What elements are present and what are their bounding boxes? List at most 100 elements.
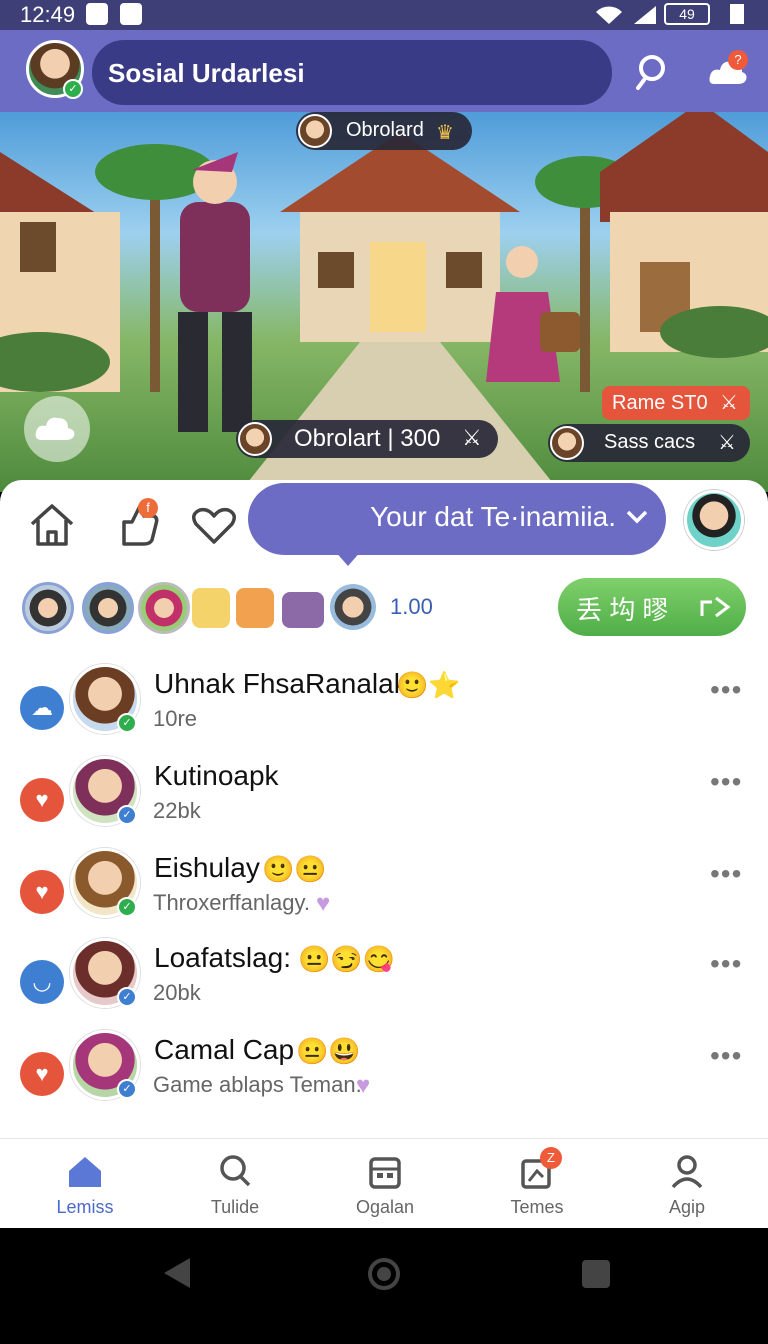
more-options-icon[interactable]: •••: [710, 674, 742, 706]
battery-icon: 49: [664, 3, 710, 25]
status-time: 12:49: [20, 2, 76, 27]
participant-sticker[interactable]: [282, 592, 324, 628]
profile-avatar[interactable]: ✓: [26, 40, 84, 99]
shield-icon: ◡: [20, 960, 64, 1004]
tab-agip[interactable]: Agip: [612, 1139, 762, 1229]
more-options-icon[interactable]: •••: [710, 766, 742, 798]
green-button-label: 丢 㘬 㬔: [576, 595, 669, 625]
contact-subtitle: 10re: [153, 706, 198, 731]
verified-icon: ✓: [117, 987, 137, 1007]
contact-row[interactable]: ◡ ✓ Loafatslag: 😐😏😋 20bk •••: [0, 938, 768, 1030]
contact-subtitle: Throxerffanlagy.: [153, 890, 310, 915]
tab-tulide[interactable]: Tulide: [160, 1139, 310, 1229]
verified-icon: ✓: [117, 897, 137, 917]
search-icon: [220, 1155, 251, 1187]
more-options-icon[interactable]: •••: [710, 1040, 742, 1072]
tab-label: Agip: [668, 1197, 706, 1217]
tab-label: Tulide: [210, 1197, 260, 1217]
search-icon[interactable]: [632, 50, 676, 94]
player-avatar: [238, 422, 272, 456]
message-bubble[interactable]: Your dat Te·inamiia.: [248, 483, 666, 555]
tab-label: Temes: [510, 1197, 564, 1217]
heart-icon: ♥: [20, 778, 64, 822]
contact-row[interactable]: ♥ ✓ Eishulay 🙂😐 Throxerffanlagy. ♥ •••: [0, 848, 768, 940]
app-title: Sosial Urdarlesi: [108, 58, 305, 88]
user-avatar[interactable]: [684, 490, 744, 550]
contact-row[interactable]: ♥ ✓ Camal Cap 😐😃 Game ablaps Teman. ♥ ••…: [0, 1030, 768, 1122]
tab-label: Lemiss: [56, 1197, 114, 1217]
bubble-text: Your dat Te·inamiia.: [370, 501, 616, 532]
user-icon: [671, 1155, 703, 1189]
heart-icon: ♥: [20, 870, 64, 914]
contact-name: Loafatslag:: [154, 942, 291, 973]
bubble-tail: [334, 550, 362, 566]
swords-icon: ⚔: [720, 392, 738, 414]
more-options-icon[interactable]: •••: [710, 858, 742, 890]
scene-right-label: Sass cacs: [604, 431, 696, 453]
chevron-down-icon: [626, 510, 648, 524]
scene-top-pill[interactable]: Obrolard ♛: [296, 112, 472, 150]
contact-row[interactable]: ♥ ✓ Kutinoapk 22bk •••: [0, 756, 768, 848]
tab-temes[interactable]: Z Temes: [462, 1139, 612, 1229]
scene-center-pill[interactable]: Obrolart | 300 ⚔: [236, 420, 498, 458]
emoji-icons: 😐😃: [296, 1036, 361, 1066]
recents-icon[interactable]: [580, 1258, 612, 1290]
emoji-icons: 🙂⭐: [396, 670, 461, 700]
scene-right-pill[interactable]: Sass cacs ⚔: [548, 424, 750, 462]
tab-lemiss[interactable]: Lemiss: [10, 1139, 160, 1229]
home-icon: [69, 1157, 101, 1187]
system-navigation-bar: [0, 1228, 768, 1344]
contact-avatar: ✓: [70, 938, 140, 1008]
calendar-icon: [369, 1157, 401, 1189]
bottom-tab-bar: Lemiss Tulide Ogalan Z Temes Agip: [0, 1138, 768, 1228]
contact-avatar: ✓: [70, 664, 140, 734]
notification-icon: [86, 3, 108, 25]
chat-button[interactable]: [24, 396, 90, 462]
participant-avatar[interactable]: [82, 582, 134, 634]
more-options-icon[interactable]: •••: [710, 948, 742, 980]
scene-tag[interactable]: Rame ST0 ⚔: [602, 386, 750, 420]
participant-avatar[interactable]: [138, 582, 190, 634]
cloud-icon: ☁: [20, 686, 64, 730]
cloud-chat-icon: [35, 417, 75, 440]
signal-icon: [634, 6, 656, 24]
tab-ogalan[interactable]: Ogalan: [310, 1139, 460, 1229]
participant-avatar[interactable]: [330, 584, 376, 630]
player-avatar: [298, 114, 332, 148]
share-icon: [700, 596, 731, 618]
notifications-button[interactable]: ?: [706, 50, 750, 94]
contact-subtitle: 22bk: [153, 798, 201, 823]
participant-count: 1.00: [390, 594, 433, 619]
contact-row[interactable]: ☁ ✓ Uhnak FhsaRanalak 🙂⭐ 10re •••: [0, 664, 768, 756]
tab-badge: Z: [540, 1147, 562, 1169]
game-scene[interactable]: Obrolard ♛ Obrolart | 300 ⚔ Rame ST0 ⚔ S…: [0, 112, 768, 492]
swords-icon: ⚔: [718, 432, 736, 454]
tab-label: Ogalan: [355, 1197, 415, 1217]
thumbs-badge: f: [138, 498, 158, 518]
verified-icon: ✓: [63, 79, 83, 99]
home-button-icon[interactable]: [366, 1256, 402, 1292]
contact-subtitle: 20bk: [153, 980, 201, 1005]
contact-name: Eishulay: [154, 852, 260, 883]
contact-avatar: ✓: [70, 1030, 140, 1100]
participant-avatar[interactable]: [22, 582, 74, 634]
scene-tag-label: Rame ST0: [612, 392, 708, 414]
thumbs-up-button[interactable]: f: [112, 498, 164, 550]
participant-sticker[interactable]: [236, 588, 274, 628]
swords-icon: ⚔: [462, 425, 482, 450]
status-bar: 12:49 49: [0, 0, 768, 30]
participant-sticker[interactable]: [192, 588, 230, 628]
scene-center-label: Obrolart | 300: [294, 425, 441, 452]
scene-top-label: Obrolard: [346, 119, 424, 141]
heart-outline-icon[interactable]: [188, 500, 240, 550]
home-outline-icon[interactable]: [26, 500, 78, 550]
contact-subtitle: Game ablaps Teman.: [153, 1072, 362, 1097]
notification-badge: ?: [728, 50, 748, 70]
verified-icon: ✓: [117, 1079, 137, 1099]
contact-avatar: ✓: [70, 756, 140, 826]
back-icon[interactable]: [160, 1256, 194, 1290]
contact-name: Uhnak FhsaRanalak: [154, 668, 408, 699]
heart-emoji-icon: ♥: [356, 1072, 371, 1099]
green-action-button[interactable]: 丢 㘬 㬔: [558, 578, 746, 636]
title-pill[interactable]: Sosial Urdarlesi: [92, 40, 612, 105]
